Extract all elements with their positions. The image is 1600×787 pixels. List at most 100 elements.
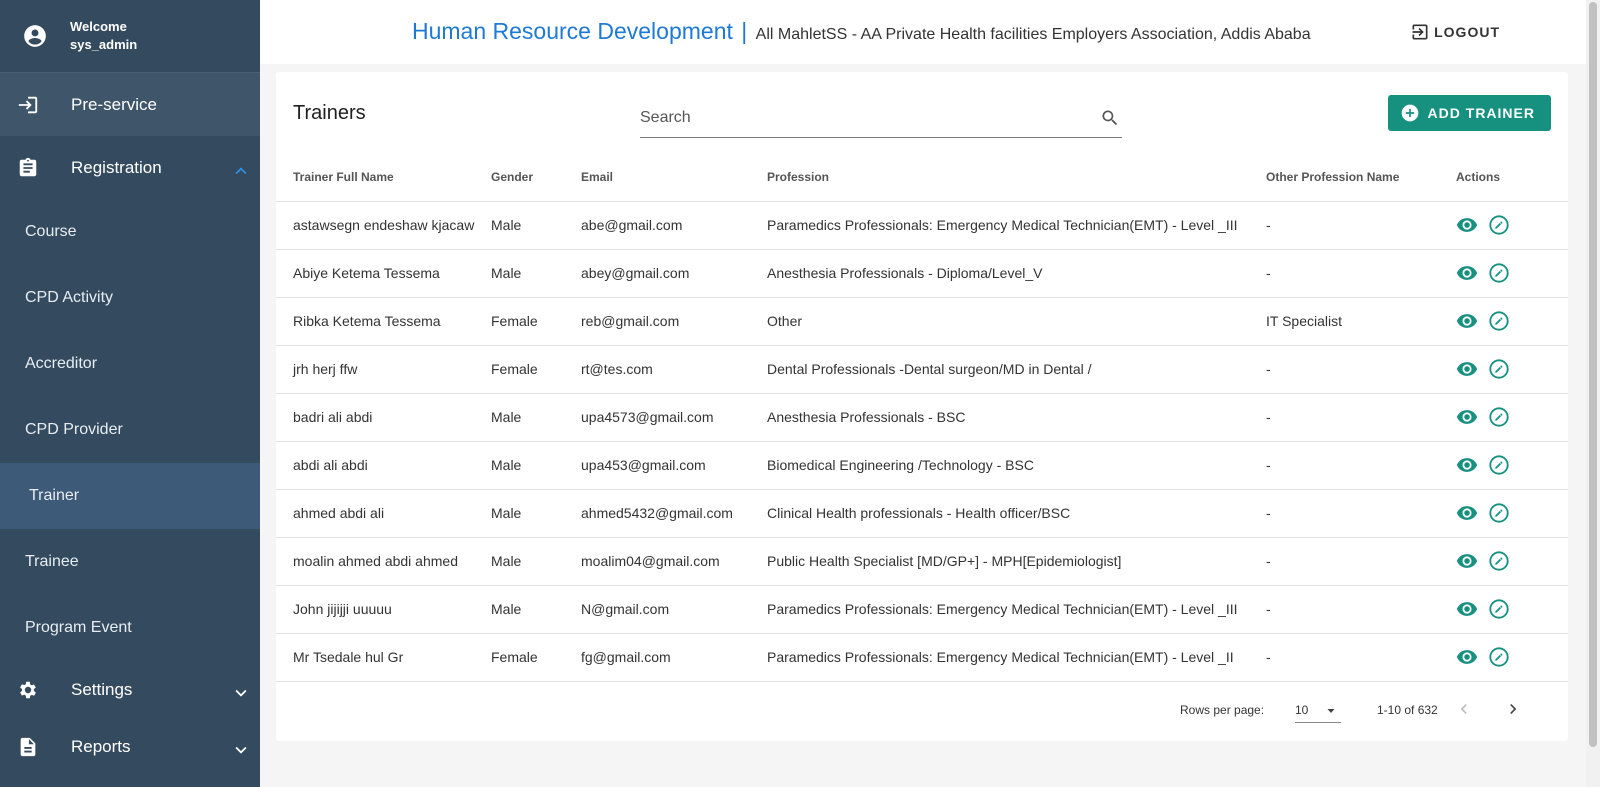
rows-per-page-select[interactable]: 10: [1295, 697, 1341, 723]
cell-profession: Anesthesia Professionals - BSC: [767, 393, 1266, 442]
nav-trainer[interactable]: Trainer: [0, 463, 260, 529]
account-circle-icon: [24, 25, 46, 47]
nav-preservice[interactable]: Pre-service: [0, 73, 260, 136]
nav-trainee[interactable]: Trainee: [0, 529, 260, 595]
eye-icon[interactable]: [1456, 502, 1478, 524]
nav-course-label: Course: [25, 223, 77, 240]
edit-icon[interactable]: [1488, 454, 1510, 476]
cell-gender: Female: [491, 345, 581, 394]
cell-gender: Male: [491, 441, 581, 490]
edit-icon[interactable]: [1488, 262, 1510, 284]
nav-program-event[interactable]: Program Event: [0, 595, 260, 661]
cell-other-profession: -: [1266, 633, 1436, 682]
table-row: badri ali abdi Male upa4573@gmail.com Anest…: [276, 393, 1568, 442]
cell-other-profession: -: [1266, 345, 1436, 394]
col-full-name[interactable]: Trainer Full Name: [276, 153, 491, 202]
scrollbar-thumb[interactable]: [1589, 2, 1597, 747]
col-gender[interactable]: Gender: [491, 153, 581, 202]
cell-email: abe@gmail.com: [581, 201, 767, 250]
cell-profession: Paramedics Professionals: Emergency Medi…: [767, 633, 1266, 682]
cell-email: fg@gmail.com: [581, 633, 767, 682]
gear-icon: [20, 681, 36, 698]
edit-icon[interactable]: [1488, 358, 1510, 380]
nav-accreditor-label: Accreditor: [25, 355, 98, 372]
logout-button[interactable]: LOGOUT: [1410, 22, 1500, 42]
eye-icon[interactable]: [1456, 214, 1478, 236]
cell-email: abey@gmail.com: [581, 249, 767, 298]
table-row: Abiye Ketema Tessema Male abey@gmail.com An…: [276, 249, 1568, 298]
edit-icon[interactable]: [1488, 598, 1510, 620]
title-separator: |: [741, 18, 748, 44]
chevron-down-icon: [235, 746, 247, 754]
nav-reports[interactable]: Reports: [0, 718, 260, 775]
search-input[interactable]: [640, 100, 1080, 136]
edit-icon[interactable]: [1488, 406, 1510, 428]
eye-icon[interactable]: [1456, 358, 1478, 380]
nav-accreditor[interactable]: Accreditor: [0, 331, 260, 397]
cell-actions: [1436, 249, 1568, 298]
col-profession[interactable]: Profession: [767, 153, 1266, 202]
cell-full-name: ahmed abdi ali: [276, 489, 491, 538]
app-title: Human Resource Development: [412, 18, 733, 44]
eye-icon[interactable]: [1456, 454, 1478, 476]
cell-gender: Male: [491, 249, 581, 298]
cell-other-profession: -: [1266, 585, 1436, 634]
chevron-up-icon: [235, 166, 247, 174]
cell-email: upa4573@gmail.com: [581, 393, 767, 442]
nav-program-event-label: Program Event: [25, 619, 132, 636]
chevron-right-icon[interactable]: [1503, 699, 1523, 719]
cell-email: N@gmail.com: [581, 585, 767, 634]
table-row: ahmed abdi ali Male ahmed5432@gmail.com Cli…: [276, 489, 1568, 538]
edit-icon[interactable]: [1488, 214, 1510, 236]
nav-trainee-label: Trainee: [25, 553, 79, 570]
cell-profession: Clinical Health professionals - Health o…: [767, 489, 1266, 538]
page-scrollbar[interactable]: [1586, 0, 1600, 787]
nav-registration[interactable]: Registration: [0, 136, 260, 199]
edit-icon[interactable]: [1488, 646, 1510, 668]
cell-gender: Male: [491, 537, 581, 586]
nav-course[interactable]: Course: [0, 199, 260, 265]
edit-icon[interactable]: [1488, 550, 1510, 572]
cell-email: reb@gmail.com: [581, 297, 767, 346]
cell-gender: Female: [491, 297, 581, 346]
eye-icon[interactable]: [1456, 310, 1478, 332]
trainers-table: Trainer Full Name Gender Email Professio…: [276, 153, 1568, 682]
cell-actions: [1436, 393, 1568, 442]
col-other-profession[interactable]: Other Profession Name: [1266, 153, 1436, 202]
chevron-down-icon: [235, 689, 247, 697]
edit-icon[interactable]: [1488, 310, 1510, 332]
cell-actions: [1436, 537, 1568, 586]
cell-full-name: abdi ali abdi: [276, 441, 491, 490]
cell-full-name: jrh herj ffw: [276, 345, 491, 394]
table-row: moalin ahmed abdi ahmed Male moalim04@gmai…: [276, 537, 1568, 586]
chevron-left-icon[interactable]: [1454, 699, 1474, 719]
cell-full-name: moalin ahmed abdi ahmed: [276, 537, 491, 586]
nav-registration-label: Registration: [71, 157, 162, 177]
add-trainer-label: ADD TRAINER: [1427, 105, 1535, 121]
cell-gender: Male: [491, 489, 581, 538]
eye-icon[interactable]: [1456, 598, 1478, 620]
logout-icon: [1412, 24, 1428, 40]
rows-per-page-value: 10: [1295, 703, 1309, 717]
pagination: Rows per page: 10 1-10 of 632: [276, 685, 1568, 735]
table-header-row: Trainer Full Name Gender Email Professio…: [276, 153, 1568, 202]
nav-settings[interactable]: Settings: [0, 661, 260, 718]
col-email[interactable]: Email: [581, 153, 767, 202]
page-title: Trainers: [293, 102, 366, 124]
nav-cpd-activity[interactable]: CPD Activity: [0, 265, 260, 331]
cell-actions: [1436, 585, 1568, 634]
nav-cpd-provider[interactable]: CPD Provider: [0, 397, 260, 463]
add-trainer-button[interactable]: ADD TRAINER: [1387, 95, 1551, 131]
eye-icon[interactable]: [1456, 406, 1478, 428]
nav-trainer-label: Trainer: [29, 487, 80, 504]
edit-icon[interactable]: [1488, 502, 1510, 524]
eye-icon[interactable]: [1456, 262, 1478, 284]
eye-icon[interactable]: [1456, 646, 1478, 668]
cell-profession: Dental Professionals -Dental surgeon/MD …: [767, 345, 1266, 394]
eye-icon[interactable]: [1456, 550, 1478, 572]
search-icon[interactable]: [1100, 108, 1120, 128]
caret-down-icon: [1327, 709, 1335, 713]
table-row: jrh herj ffw Female rt@tes.com Dental Profe…: [276, 345, 1568, 394]
clipboard-icon: [19, 157, 37, 176]
cell-other-profession: -: [1266, 537, 1436, 586]
